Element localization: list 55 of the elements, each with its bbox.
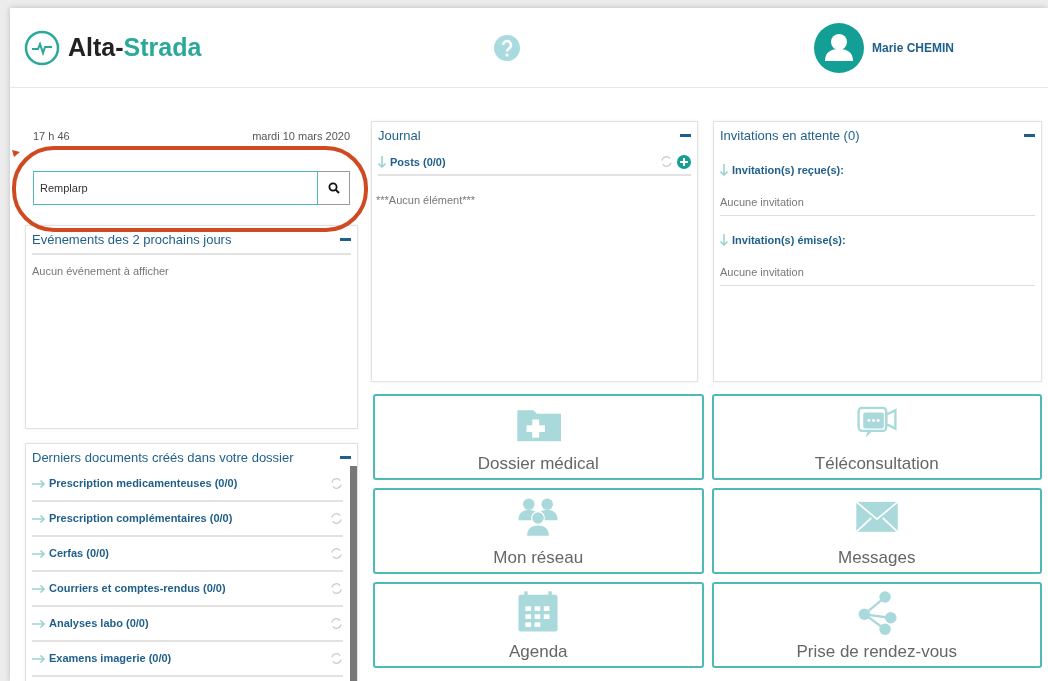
arrow-right-icon [32, 479, 45, 488]
empty-message: ***Aucun élément*** [376, 193, 477, 208]
document-category[interactable]: Analyses labo (0/0) [49, 615, 330, 632]
refresh-icon[interactable] [330, 512, 343, 525]
avatar-icon[interactable] [814, 22, 864, 73]
logo-icon [24, 29, 60, 66]
collapse-icon[interactable] [340, 237, 351, 241]
document-category[interactable]: Prescription complémentaires (0/0) [49, 510, 330, 527]
menu-tile[interactable]: Messages [711, 488, 1042, 574]
refresh-icon[interactable] [330, 477, 343, 490]
clock-date: mardi 10 mars 2020 [252, 129, 350, 144]
arrow-right-icon [32, 584, 45, 593]
document-category[interactable]: Examens imagerie (0/0) [49, 650, 330, 667]
refresh-icon[interactable] [330, 617, 343, 630]
search-field[interactable]: Remplarp [33, 170, 319, 205]
arrow-down-icon [720, 163, 728, 176]
refresh-icon[interactable] [330, 582, 343, 595]
arrow-right-icon [32, 619, 45, 628]
arrow-down-icon [720, 233, 728, 246]
scrollbar[interactable] [350, 465, 357, 681]
refresh-icon[interactable] [330, 652, 343, 665]
arrow-right-icon [32, 654, 45, 663]
section-title[interactable]: Posts (0/0) [390, 153, 446, 170]
collapse-icon[interactable] [1024, 134, 1035, 138]
menu-tile[interactable]: Téléconsultation [711, 394, 1042, 480]
document-category[interactable]: Cerfas (0/0) [49, 545, 330, 562]
collapse-icon[interactable] [340, 455, 351, 459]
panel-title: Derniers documents créés dans votre dossier [32, 448, 294, 467]
collapse-icon[interactable] [680, 134, 691, 138]
panel-title: Evénements des 2 prochains jours [32, 230, 232, 249]
menu-tile[interactable]: Dossier médical [373, 394, 704, 480]
refresh-icon[interactable] [660, 155, 673, 169]
clock-time: 17 h 46 [33, 129, 70, 144]
document-category[interactable]: Courriers et comptes-rendus (0/0) [49, 580, 330, 597]
menu-tile[interactable]: Prise de rendez-vous [711, 582, 1042, 668]
search-button[interactable] [318, 170, 350, 205]
search-icon [327, 181, 340, 194]
section-title[interactable]: Invitation(s) émise(s): [732, 231, 846, 248]
refresh-icon[interactable] [330, 547, 343, 560]
panel-title: Invitations en attente (0) [720, 127, 860, 145]
menu-tile[interactable]: Mon réseau [373, 488, 704, 574]
section-title[interactable]: Invitation(s) reçue(s): [732, 161, 844, 178]
arrow-down-icon [378, 155, 386, 168]
empty-message: Aucune invitation [720, 264, 1035, 286]
user-name[interactable]: Marie CHEMIN [872, 38, 954, 57]
help-icon[interactable] [494, 34, 520, 61]
menu-tile[interactable]: Agenda [373, 582, 704, 668]
add-icon[interactable] [677, 154, 691, 169]
arrow-right-icon [32, 514, 45, 523]
arrow-right-icon [32, 549, 45, 558]
empty-message: Aucun événement à afficher [32, 264, 170, 279]
panel-title: Journal [378, 127, 421, 145]
app-logo: Alta-Strada [68, 31, 202, 63]
document-category[interactable]: Prescription medicamenteuses (0/0) [49, 475, 330, 492]
empty-message: Aucune invitation [720, 194, 1035, 216]
